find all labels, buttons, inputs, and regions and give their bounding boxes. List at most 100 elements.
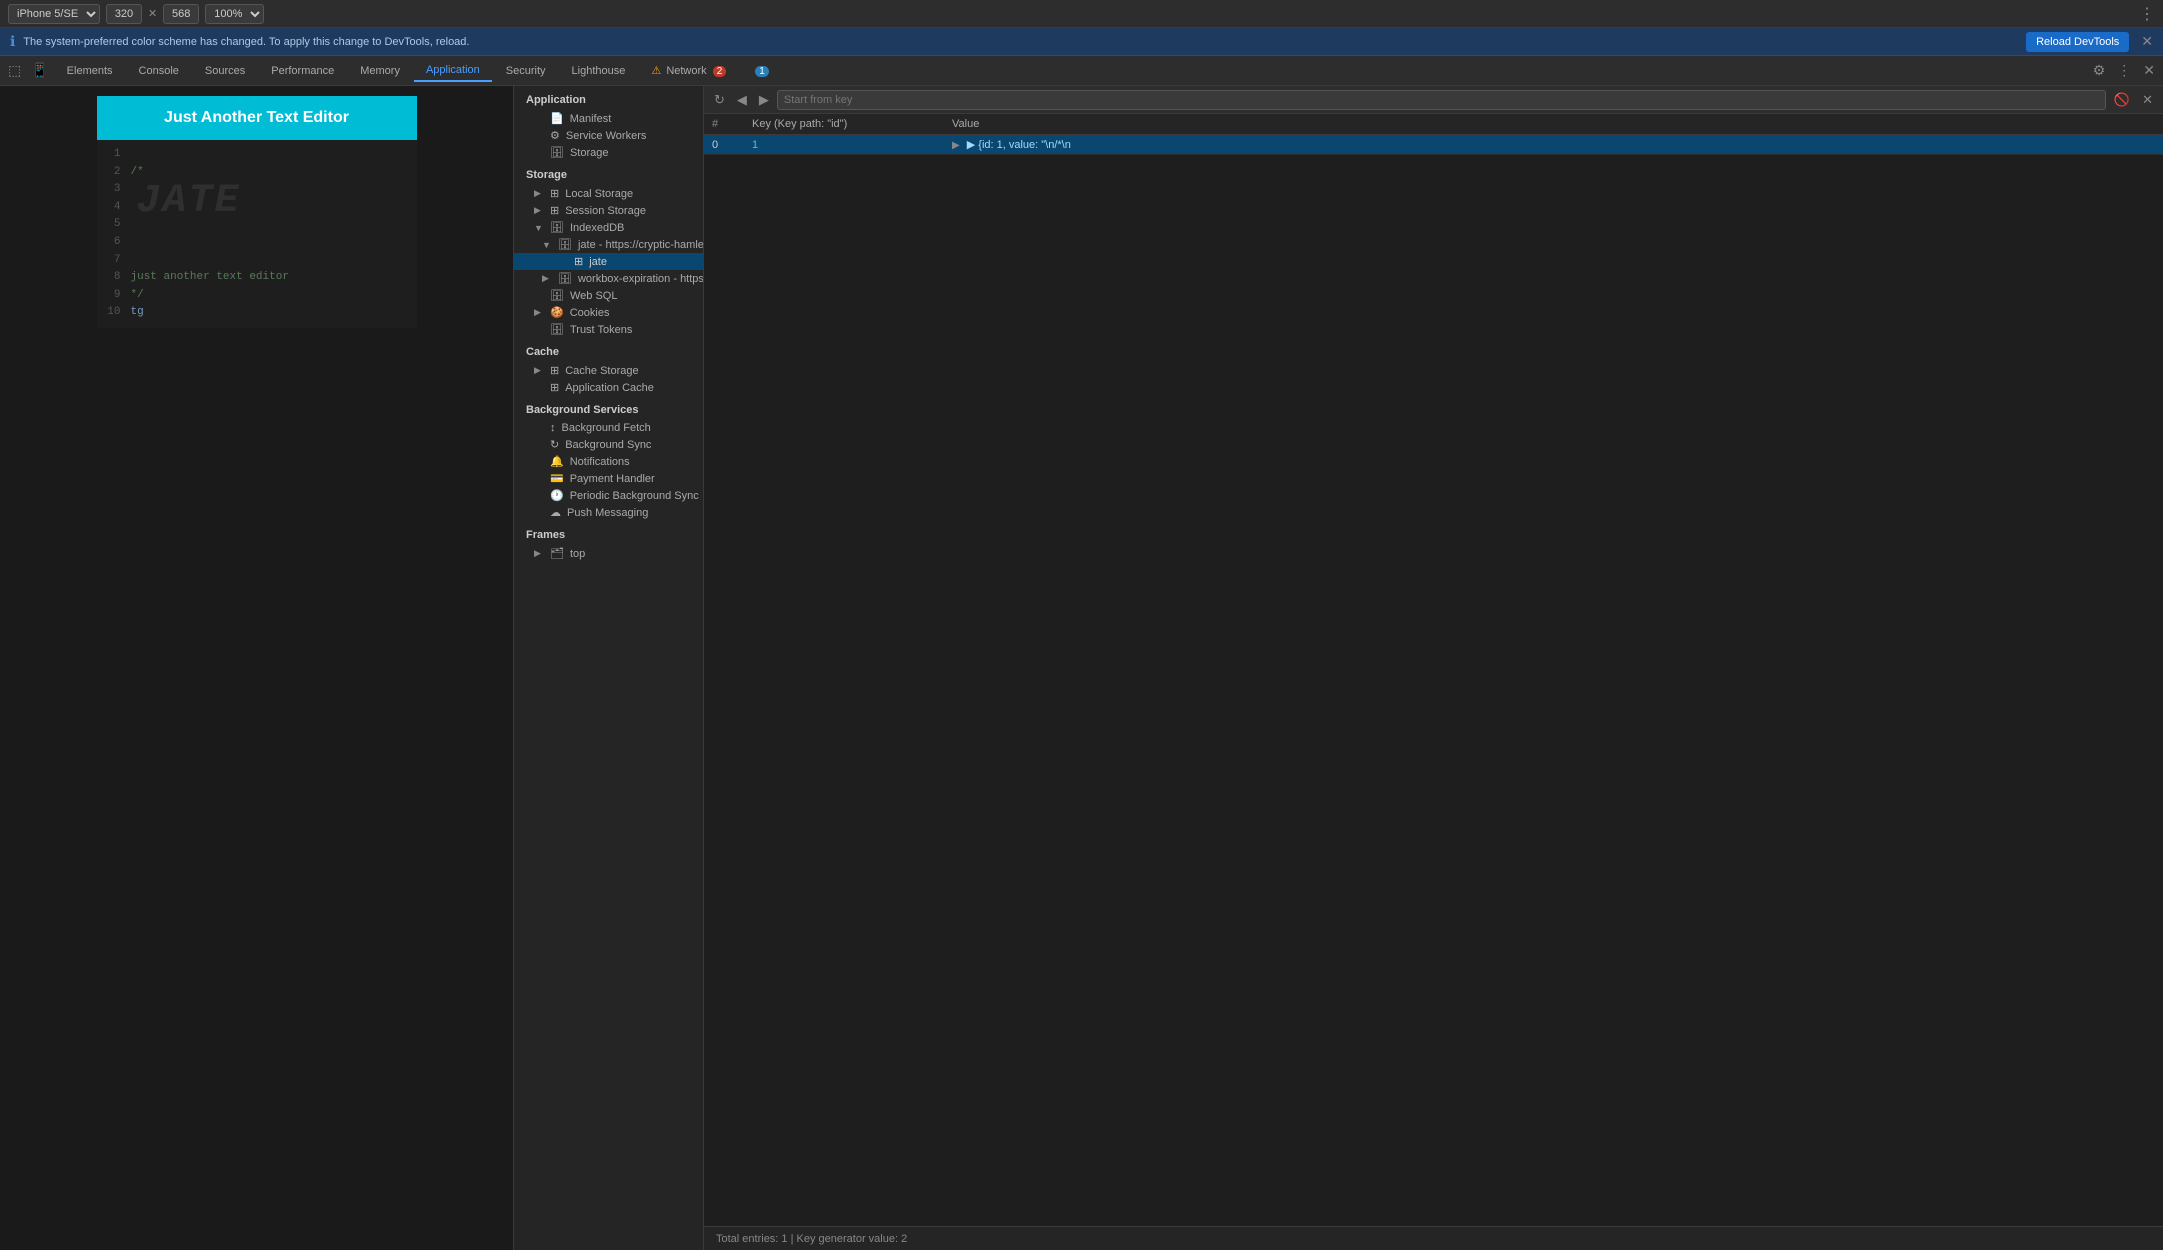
tab-application[interactable]: Application bbox=[414, 60, 492, 82]
tab-console[interactable]: Console bbox=[127, 61, 191, 81]
code-line-9: 9 */ bbox=[105, 287, 409, 305]
cookies-arrow[interactable] bbox=[534, 307, 544, 318]
frames-section-header: Frames bbox=[514, 521, 703, 545]
tab-elements[interactable]: Elements bbox=[55, 61, 125, 81]
status-text: Total entries: 1 | Key generator value: … bbox=[716, 1233, 907, 1245]
sw-icon: ⚙ bbox=[550, 129, 560, 142]
application-section-header: Application bbox=[514, 86, 703, 110]
code-line-10: 10 tg bbox=[105, 304, 409, 322]
push-messaging-icon: ☁ bbox=[550, 506, 561, 519]
sidebar-item-top[interactable]: 🗂 top bbox=[514, 545, 703, 562]
top-bar: iPhone 5/SE ✕ 100% ⋮ bbox=[0, 0, 2163, 28]
tab-lighthouse[interactable]: Lighthouse bbox=[560, 61, 638, 81]
prev-button[interactable]: ◀ bbox=[733, 90, 751, 110]
reload-devtools-button[interactable]: Reload DevTools bbox=[2026, 32, 2129, 52]
top-arrow[interactable] bbox=[534, 548, 544, 559]
device-select[interactable]: iPhone 5/SE bbox=[8, 4, 100, 24]
more-tabs-button[interactable]: ⋮ bbox=[2113, 60, 2135, 81]
sidebar-item-trust-tokens[interactable]: 🗄 Trust Tokens bbox=[514, 321, 703, 338]
table-row[interactable]: 0 1 ▶ ▶ {id: 1, value: "\n/*\n bbox=[704, 135, 2163, 155]
sidebar-item-push-messaging[interactable]: ☁ Push Messaging bbox=[514, 504, 703, 521]
code-line-4: 4 bbox=[105, 199, 409, 217]
tab-bar-right: ⚙ ⋮ ✕ bbox=[2089, 60, 2159, 81]
settings-button[interactable]: ⚙ bbox=[2089, 60, 2110, 81]
info-text: The system-preferred color scheme has ch… bbox=[23, 36, 2018, 48]
top-icon: 🗂 bbox=[550, 547, 564, 560]
col-header-value: Value bbox=[944, 114, 2163, 135]
sidebar-item-cookies[interactable]: 🍪 Cookies bbox=[514, 304, 703, 321]
main-layout: Just Another Text Editor JATE 1 2 /* 3 4 bbox=[0, 86, 2163, 1250]
sidebar-item-periodic-bg-sync[interactable]: 🕐 Periodic Background Sync bbox=[514, 487, 703, 504]
sidebar-item-jate-db[interactable]: 🗄 jate - https://cryptic-hamlet bbox=[514, 236, 703, 253]
info-close-button[interactable]: ✕ bbox=[2141, 33, 2153, 50]
close-devtools-button[interactable]: ✕ bbox=[2139, 60, 2159, 81]
tab-network[interactable]: ⚠ Network 2 bbox=[639, 60, 738, 81]
more-menu-button[interactable]: ⋮ bbox=[2139, 4, 2155, 24]
height-input[interactable] bbox=[163, 4, 199, 24]
preview-pane: Just Another Text Editor JATE 1 2 /* 3 4 bbox=[0, 86, 514, 1250]
close-panel-button[interactable]: ✕ bbox=[2138, 90, 2157, 110]
jate-db-arrow[interactable] bbox=[542, 240, 552, 250]
code-line-5: 5 bbox=[105, 216, 409, 234]
sidebar-item-payment-handler[interactable]: 💳 Payment Handler bbox=[514, 470, 703, 487]
payment-handler-icon: 💳 bbox=[550, 472, 564, 485]
tab-extra[interactable]: 1 bbox=[740, 61, 781, 81]
sidebar-item-notifications[interactable]: 🔔 Notifications bbox=[514, 453, 703, 470]
cache-storage-icon: ⊞ bbox=[550, 364, 559, 377]
code-line-3: 3 bbox=[105, 181, 409, 199]
cookies-icon: 🍪 bbox=[550, 306, 564, 319]
width-input[interactable] bbox=[106, 4, 142, 24]
extra-badge: 1 bbox=[755, 66, 769, 77]
sidebar-item-bg-fetch[interactable]: ↕ Background Fetch bbox=[514, 420, 703, 436]
manifest-icon: 📄 bbox=[550, 112, 564, 125]
local-storage-arrow[interactable] bbox=[534, 188, 544, 199]
tab-bar: ⬚ 📱 Elements Console Sources Performance… bbox=[0, 56, 2163, 86]
next-button[interactable]: ▶ bbox=[755, 90, 773, 110]
bg-sync-icon: ↻ bbox=[550, 438, 559, 451]
sidebar-item-manifest[interactable]: 📄 Manifest bbox=[514, 110, 703, 127]
device-icon-button[interactable]: 📱 bbox=[27, 60, 52, 81]
refresh-button[interactable]: ↻ bbox=[710, 90, 729, 110]
cache-storage-arrow[interactable] bbox=[534, 365, 544, 376]
sidebar-item-local-storage[interactable]: ⊞ Local Storage bbox=[514, 185, 703, 202]
jate-db-icon: 🗄 bbox=[558, 238, 572, 251]
tab-memory[interactable]: Memory bbox=[348, 61, 412, 81]
tab-security[interactable]: Security bbox=[494, 61, 558, 81]
sidebar-item-workbox[interactable]: 🗄 workbox-expiration - https: bbox=[514, 270, 703, 287]
indexed-db-arrow[interactable] bbox=[534, 223, 544, 233]
notifications-icon: 🔔 bbox=[550, 455, 564, 468]
sidebar-item-storage[interactable]: 🗄 Storage bbox=[514, 144, 703, 161]
code-editor: JATE 1 2 /* 3 4 5 bbox=[97, 140, 417, 328]
tab-sources[interactable]: Sources bbox=[193, 61, 257, 81]
code-line-6: 6 bbox=[105, 234, 409, 252]
workbox-arrow[interactable] bbox=[542, 273, 552, 284]
local-storage-icon: ⊞ bbox=[550, 187, 559, 200]
sidebar-item-jate[interactable]: ⊞ jate bbox=[514, 253, 703, 270]
row-value: ▶ ▶ {id: 1, value: "\n/*\n bbox=[944, 135, 2163, 155]
zoom-select[interactable]: 100% bbox=[205, 4, 264, 24]
clear-search-button[interactable]: 🚫 bbox=[2110, 90, 2134, 110]
preview-device: Just Another Text Editor JATE 1 2 /* 3 4 bbox=[97, 96, 417, 328]
dim-separator: ✕ bbox=[148, 7, 157, 20]
code-line-2: 2 /* bbox=[105, 164, 409, 182]
devtools-sidebar: Application 📄 Manifest ⚙ Service Workers… bbox=[514, 86, 704, 1250]
expand-icon[interactable]: ▶ bbox=[952, 140, 960, 151]
sidebar-item-bg-sync[interactable]: ↻ Background Sync bbox=[514, 436, 703, 453]
key-search-input[interactable] bbox=[777, 90, 2106, 110]
sidebar-item-app-cache[interactable]: ⊞ Application Cache bbox=[514, 379, 703, 396]
data-table: # Key (Key path: "id") Value 0 1 ▶ ▶ {id… bbox=[704, 114, 2163, 1226]
app-header: Just Another Text Editor bbox=[97, 96, 417, 140]
bg-services-section-header: Background Services bbox=[514, 396, 703, 420]
sidebar-item-cache-storage[interactable]: ⊞ Cache Storage bbox=[514, 362, 703, 379]
info-icon: ℹ bbox=[10, 33, 15, 50]
cache-section-header: Cache bbox=[514, 338, 703, 362]
sidebar-item-session-storage[interactable]: ⊞ Session Storage bbox=[514, 202, 703, 219]
sidebar-item-web-sql[interactable]: 🗄 Web SQL bbox=[514, 287, 703, 304]
session-storage-arrow[interactable] bbox=[534, 205, 544, 216]
sidebar-item-indexed-db[interactable]: 🗄 IndexedDB bbox=[514, 219, 703, 236]
sidebar-item-service-workers[interactable]: ⚙ Service Workers bbox=[514, 127, 703, 144]
jate-icon: ⊞ bbox=[574, 255, 583, 268]
tab-performance[interactable]: Performance bbox=[259, 61, 346, 81]
bg-fetch-icon: ↕ bbox=[550, 422, 556, 434]
inspect-icon-button[interactable]: ⬚ bbox=[4, 60, 25, 81]
